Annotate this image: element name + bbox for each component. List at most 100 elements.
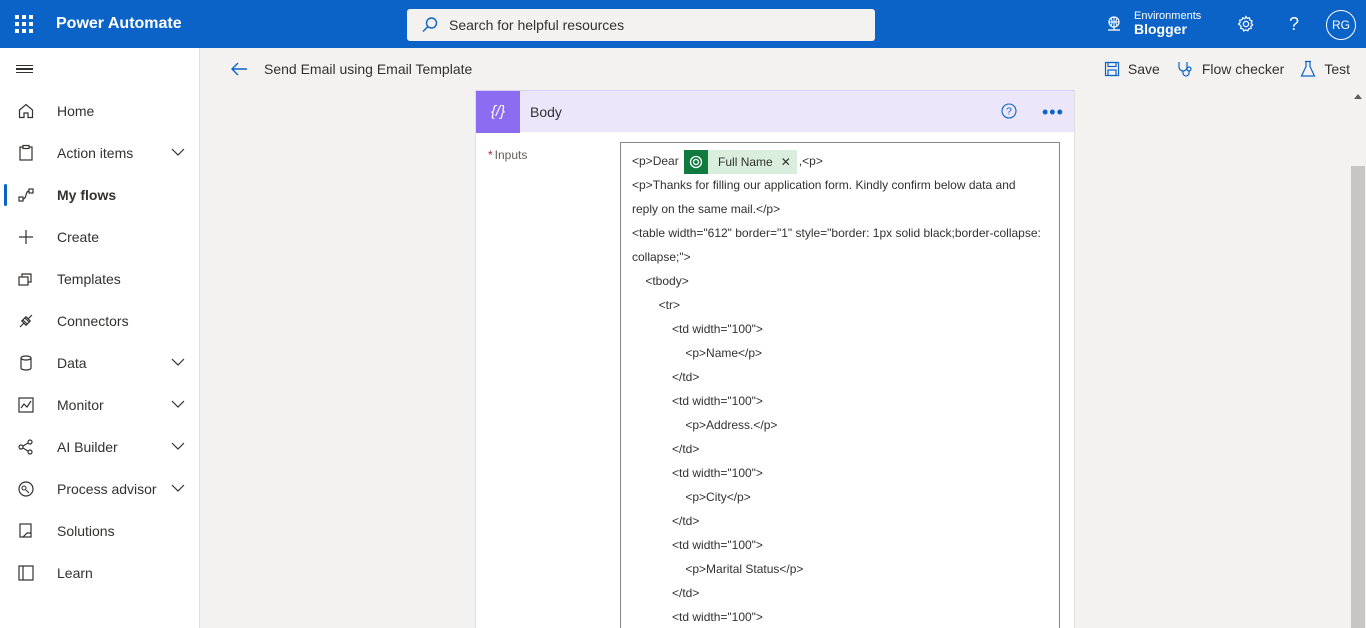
flow-title: Send Email using Email Template: [264, 61, 473, 77]
command-bar: Send Email using Email Template Save Flo…: [200, 48, 1366, 90]
code-line: collapse;">: [632, 250, 691, 264]
search-icon: [422, 17, 438, 32]
avatar[interactable]: RG: [1326, 10, 1356, 40]
save-label: Save: [1127, 61, 1160, 77]
settings-button[interactable]: [1234, 12, 1258, 36]
save-button[interactable]: Save: [1104, 61, 1160, 77]
back-button[interactable]: [230, 61, 248, 77]
sidebar-item-label: My flows: [57, 187, 117, 203]
clipboard-icon: [16, 143, 36, 163]
code-line: <td width="100">: [632, 538, 763, 552]
code-line: <table width="612" border="1" style="bor…: [632, 226, 1041, 240]
chevron-down-icon[interactable]: [171, 399, 185, 409]
sidebar-item-create[interactable]: Create: [0, 216, 199, 258]
hamburger-icon: [16, 63, 33, 76]
top-bar: Power Automate Search for helpful resour…: [0, 0, 1366, 48]
code-line: <p>Dear Full Name ✕ ,<p>: [632, 149, 1059, 174]
sidebar-item-connectors[interactable]: Connectors: [0, 300, 199, 342]
chevron-down-icon[interactable]: [171, 147, 185, 157]
svg-text:?: ?: [1006, 107, 1012, 118]
code-line: <p>Address.</p>: [632, 418, 778, 432]
environment-name: Blogger: [1134, 21, 1187, 38]
sidebar-item-label: Learn: [57, 565, 93, 581]
solutions-icon: [16, 521, 36, 541]
collapse-nav-button[interactable]: [0, 48, 199, 90]
code-line: <td width="100">: [632, 466, 763, 480]
scroll-thumb[interactable]: [1351, 166, 1365, 628]
sidebar-item-learn[interactable]: Learn: [0, 552, 199, 594]
sidebar-item-home[interactable]: Home: [0, 90, 199, 132]
connector-icon: [16, 311, 36, 331]
code-line: <p>Thanks for filling our application fo…: [632, 178, 1016, 192]
database-icon: [16, 353, 36, 373]
card-header[interactable]: {/} Body ? •••: [476, 90, 1074, 133]
code-line: <tbody>: [632, 274, 689, 288]
chevron-down-icon[interactable]: [171, 357, 185, 367]
sidebar-item-label: Create: [57, 229, 100, 245]
test-button[interactable]: Test: [1300, 60, 1350, 78]
chevron-down-icon[interactable]: [171, 483, 185, 493]
sidebar-item-my-flows[interactable]: My flows: [0, 174, 199, 216]
flow-checker-button[interactable]: Flow checker: [1176, 60, 1284, 78]
sidebar-item-ai-builder[interactable]: AI Builder: [0, 426, 199, 468]
monitor-icon: [16, 395, 36, 415]
save-icon: [1104, 61, 1120, 77]
sidebar-item-monitor[interactable]: Monitor: [0, 384, 199, 426]
environment-picker[interactable]: Environments Blogger: [1104, 6, 1201, 42]
scroll-up-arrow-icon[interactable]: [1354, 94, 1362, 99]
more-options-icon[interactable]: •••: [1042, 102, 1064, 123]
compose-action-card: {/} Body ? ••• * Inputs <p>Dear Full Name…: [475, 90, 1075, 628]
sidebar-item-data[interactable]: Data: [0, 342, 199, 384]
sidebar-item-label: Data: [57, 355, 87, 371]
flow-icon: [16, 185, 36, 205]
environment-icon: [1108, 16, 1120, 31]
sidebar: Home Action items My flows Create Templa…: [0, 48, 200, 628]
plus-icon: [16, 227, 36, 247]
waffle-icon: [15, 15, 33, 33]
inputs-label: * Inputs: [488, 148, 528, 162]
sidebar-item-label: Action items: [57, 145, 134, 161]
gear-icon: [1237, 15, 1254, 32]
app-title[interactable]: Power Automate: [56, 15, 406, 33]
flow-checker-label: Flow checker: [1201, 61, 1285, 77]
code-line: <p>Name</p>: [632, 346, 763, 360]
code-line: <td width="100">: [632, 322, 763, 336]
process-advisor-icon: [16, 479, 36, 499]
help-circle-icon[interactable]: ?: [1001, 103, 1017, 119]
code-line: </td>: [632, 514, 700, 528]
search-placeholder: Search for helpful resources: [449, 17, 625, 33]
chevron-down-icon[interactable]: [171, 441, 185, 451]
sidebar-item-label: Home: [57, 103, 95, 119]
code-line: <td width="100">: [632, 394, 763, 408]
code-line: <p>City</p>: [632, 490, 751, 504]
dynamic-content-token[interactable]: Full Name ✕: [684, 149, 797, 174]
card-title: Body: [530, 103, 562, 120]
code-line: </td>: [632, 586, 700, 600]
templates-icon: [16, 269, 36, 289]
arrow-left-icon: [231, 62, 247, 76]
close-icon[interactable]: ✕: [781, 150, 797, 174]
sidebar-item-label: Monitor: [57, 397, 104, 413]
compose-icon: {/}: [476, 90, 520, 133]
search-box[interactable]: Search for helpful resources: [407, 9, 875, 41]
book-icon: [16, 563, 36, 583]
code-line: </td>: [632, 370, 700, 384]
sidebar-item-templates[interactable]: Templates: [0, 258, 199, 300]
sidebar-item-process-advisor[interactable]: Process advisor: [0, 468, 199, 510]
sidebar-item-label: Solutions: [57, 523, 115, 539]
sidebar-item-label: Process advisor: [57, 481, 157, 497]
sidebar-item-action-items[interactable]: Action items: [0, 132, 199, 174]
sidebar-item-label: AI Builder: [57, 439, 118, 455]
home-icon: [16, 101, 36, 121]
scrollbar[interactable]: [1350, 90, 1366, 628]
sidebar-item-label: Templates: [57, 271, 121, 287]
code-line: <p>Marital Status</p>: [632, 562, 804, 576]
help-button[interactable]: ?: [1282, 12, 1306, 36]
sidebar-item-solutions[interactable]: Solutions: [0, 510, 199, 552]
ai-builder-icon: [16, 437, 36, 457]
inputs-editor[interactable]: <p>Dear Full Name ✕ ,<p> <p>Thanks for f…: [620, 142, 1060, 628]
sidebar-item-label: Connectors: [57, 313, 129, 329]
code-line: <tr>: [632, 298, 681, 312]
flask-icon: [1300, 60, 1316, 77]
app-launcher-button[interactable]: [0, 0, 48, 48]
